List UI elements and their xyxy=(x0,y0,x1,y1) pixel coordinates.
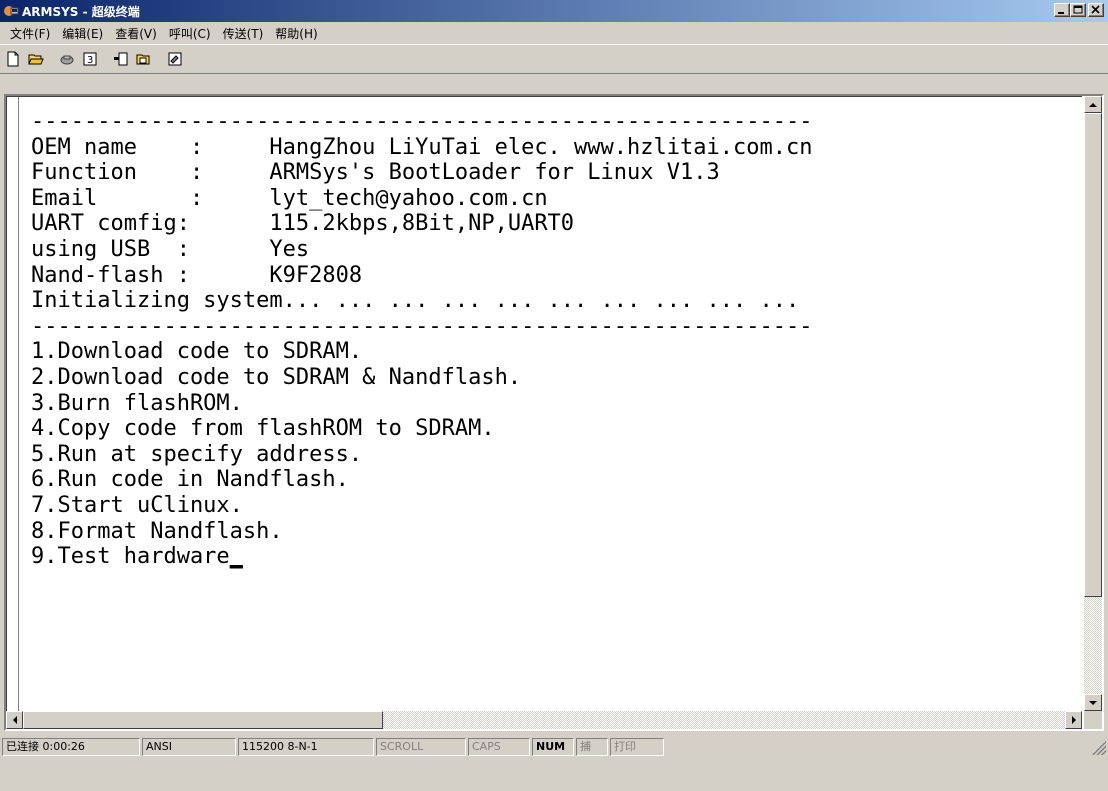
vertical-scroll-thumb[interactable] xyxy=(1084,113,1102,597)
receive-icon xyxy=(136,54,150,65)
terminal-line: UART comfig: 115.2kbps,8Bit,NP,UART0 xyxy=(31,211,575,237)
scrollbar-corner xyxy=(1084,711,1102,729)
receive-button[interactable] xyxy=(133,48,155,70)
new-button[interactable] xyxy=(2,48,24,70)
toolbar: 3 xyxy=(0,44,1108,74)
arrow-down-icon xyxy=(1089,700,1097,705)
terminal-line: 7.Start uClinux. xyxy=(31,492,243,518)
terminal-line: 3.Burn flashROM. xyxy=(31,390,243,416)
terminal-cursor: _ xyxy=(229,544,243,570)
menu-call[interactable]: 呼叫(C) xyxy=(163,25,217,42)
minimize-icon xyxy=(1058,12,1064,14)
menu-view[interactable]: 查看(V) xyxy=(109,25,163,42)
terminal-line: Email : lyt_tech@yahoo.com.cn xyxy=(31,185,548,211)
status-print-echo: 打印 xyxy=(610,738,664,756)
status-port-settings: 115200 8-N-1 xyxy=(238,738,374,756)
scroll-right-button[interactable] xyxy=(1065,711,1082,729)
horizontal-scroll-thumb[interactable] xyxy=(23,711,383,729)
vertical-scroll-track[interactable] xyxy=(1084,597,1102,694)
arrow-up-icon xyxy=(1089,102,1097,107)
terminal-line: 2.Download code to SDRAM & Nandflash. xyxy=(31,364,522,390)
status-emulation: ANSI xyxy=(142,738,236,756)
arrow-left-icon xyxy=(12,716,17,724)
minimize-button[interactable] xyxy=(1054,3,1070,17)
horizontal-scrollbar[interactable] xyxy=(6,711,1082,729)
menu-bar: 文件(F) 编辑(E) 查看(V) 呼叫(C) 传送(T) 帮助(H) xyxy=(0,22,1108,44)
terminal-output: ----------------------------------------… xyxy=(31,109,812,570)
menu-edit[interactable]: 编辑(E) xyxy=(56,25,109,42)
menu-transfer[interactable]: 传送(T) xyxy=(217,25,270,42)
disconnect-button[interactable] xyxy=(56,48,78,70)
dial-button[interactable]: 3 xyxy=(79,48,101,70)
disconnect-icon xyxy=(60,55,74,65)
scroll-down-button[interactable] xyxy=(1084,694,1102,711)
status-caps-lock: CAPS xyxy=(468,738,530,756)
close-button[interactable] xyxy=(1088,3,1104,17)
status-bar: 已连接 0:00:26 ANSI 115200 8-N-1 SCROLL CAP… xyxy=(0,736,1108,758)
menu-help[interactable]: 帮助(H) xyxy=(269,25,323,42)
terminal-line: Nand-flash : K9F2808 xyxy=(31,262,363,288)
properties-button[interactable] xyxy=(164,48,186,70)
terminal-line: using USB : Yes xyxy=(31,236,310,262)
terminal-line: 1.Download code to SDRAM. xyxy=(31,339,363,365)
terminal-line: 8.Format Nandflash. xyxy=(31,518,283,544)
menu-file[interactable]: 文件(F) xyxy=(4,25,56,42)
terminal-line: 4.Copy code from flashROM to SDRAM. xyxy=(31,416,495,442)
terminal-line: OEM name : HangZhou LiYuTai elec. www.hz… xyxy=(31,134,813,160)
send-icon xyxy=(114,52,128,66)
svg-text:3: 3 xyxy=(87,55,93,66)
open-button[interactable] xyxy=(25,48,47,70)
properties-icon xyxy=(168,52,182,66)
arrow-right-icon xyxy=(1071,716,1076,724)
status-connection-time: 已连接 0:00:26 xyxy=(2,738,140,756)
terminal-line: Initializing system... ... ... ... ... .… xyxy=(31,288,800,314)
terminal-screen[interactable]: ----------------------------------------… xyxy=(6,96,1082,711)
vertical-scrollbar[interactable] xyxy=(1084,96,1102,711)
new-icon xyxy=(7,51,19,67)
terminal-line: ----------------------------------------… xyxy=(31,109,813,134)
status-scroll-lock: SCROLL xyxy=(376,738,466,756)
terminal-line: ----------------------------------------… xyxy=(31,313,813,339)
terminal-line: 5.Run at specify address. xyxy=(31,441,363,467)
window-title: ARMSYS - 超级终端 xyxy=(22,4,140,19)
maximize-icon xyxy=(1073,5,1083,14)
scroll-up-button[interactable] xyxy=(1084,96,1102,113)
status-capture: 捕 xyxy=(576,738,608,756)
title-bar: ARMSYS - 超级终端 xyxy=(0,0,1108,22)
status-num-lock: NUM xyxy=(532,738,574,756)
send-button[interactable] xyxy=(110,48,132,70)
close-icon xyxy=(1091,5,1100,14)
resize-grip[interactable] xyxy=(1092,741,1106,755)
open-icon xyxy=(28,54,44,65)
terminal-line: 9.Test hardware_ xyxy=(31,544,812,570)
maximize-button[interactable] xyxy=(1070,3,1086,17)
terminal-gutter xyxy=(7,97,19,711)
terminal-frame: ----------------------------------------… xyxy=(4,94,1104,731)
horizontal-scroll-track[interactable] xyxy=(383,711,1065,729)
dial-icon: 3 xyxy=(83,52,97,66)
scroll-left-button[interactable] xyxy=(6,711,23,729)
hyperterminal-icon xyxy=(3,3,19,19)
terminal-line: Function : ARMSys's BootLoader for Linux… xyxy=(31,160,720,186)
terminal-line: 6.Run code in Nandflash. xyxy=(31,467,349,493)
terminal-last-line: 9.Test hardware xyxy=(31,544,230,570)
